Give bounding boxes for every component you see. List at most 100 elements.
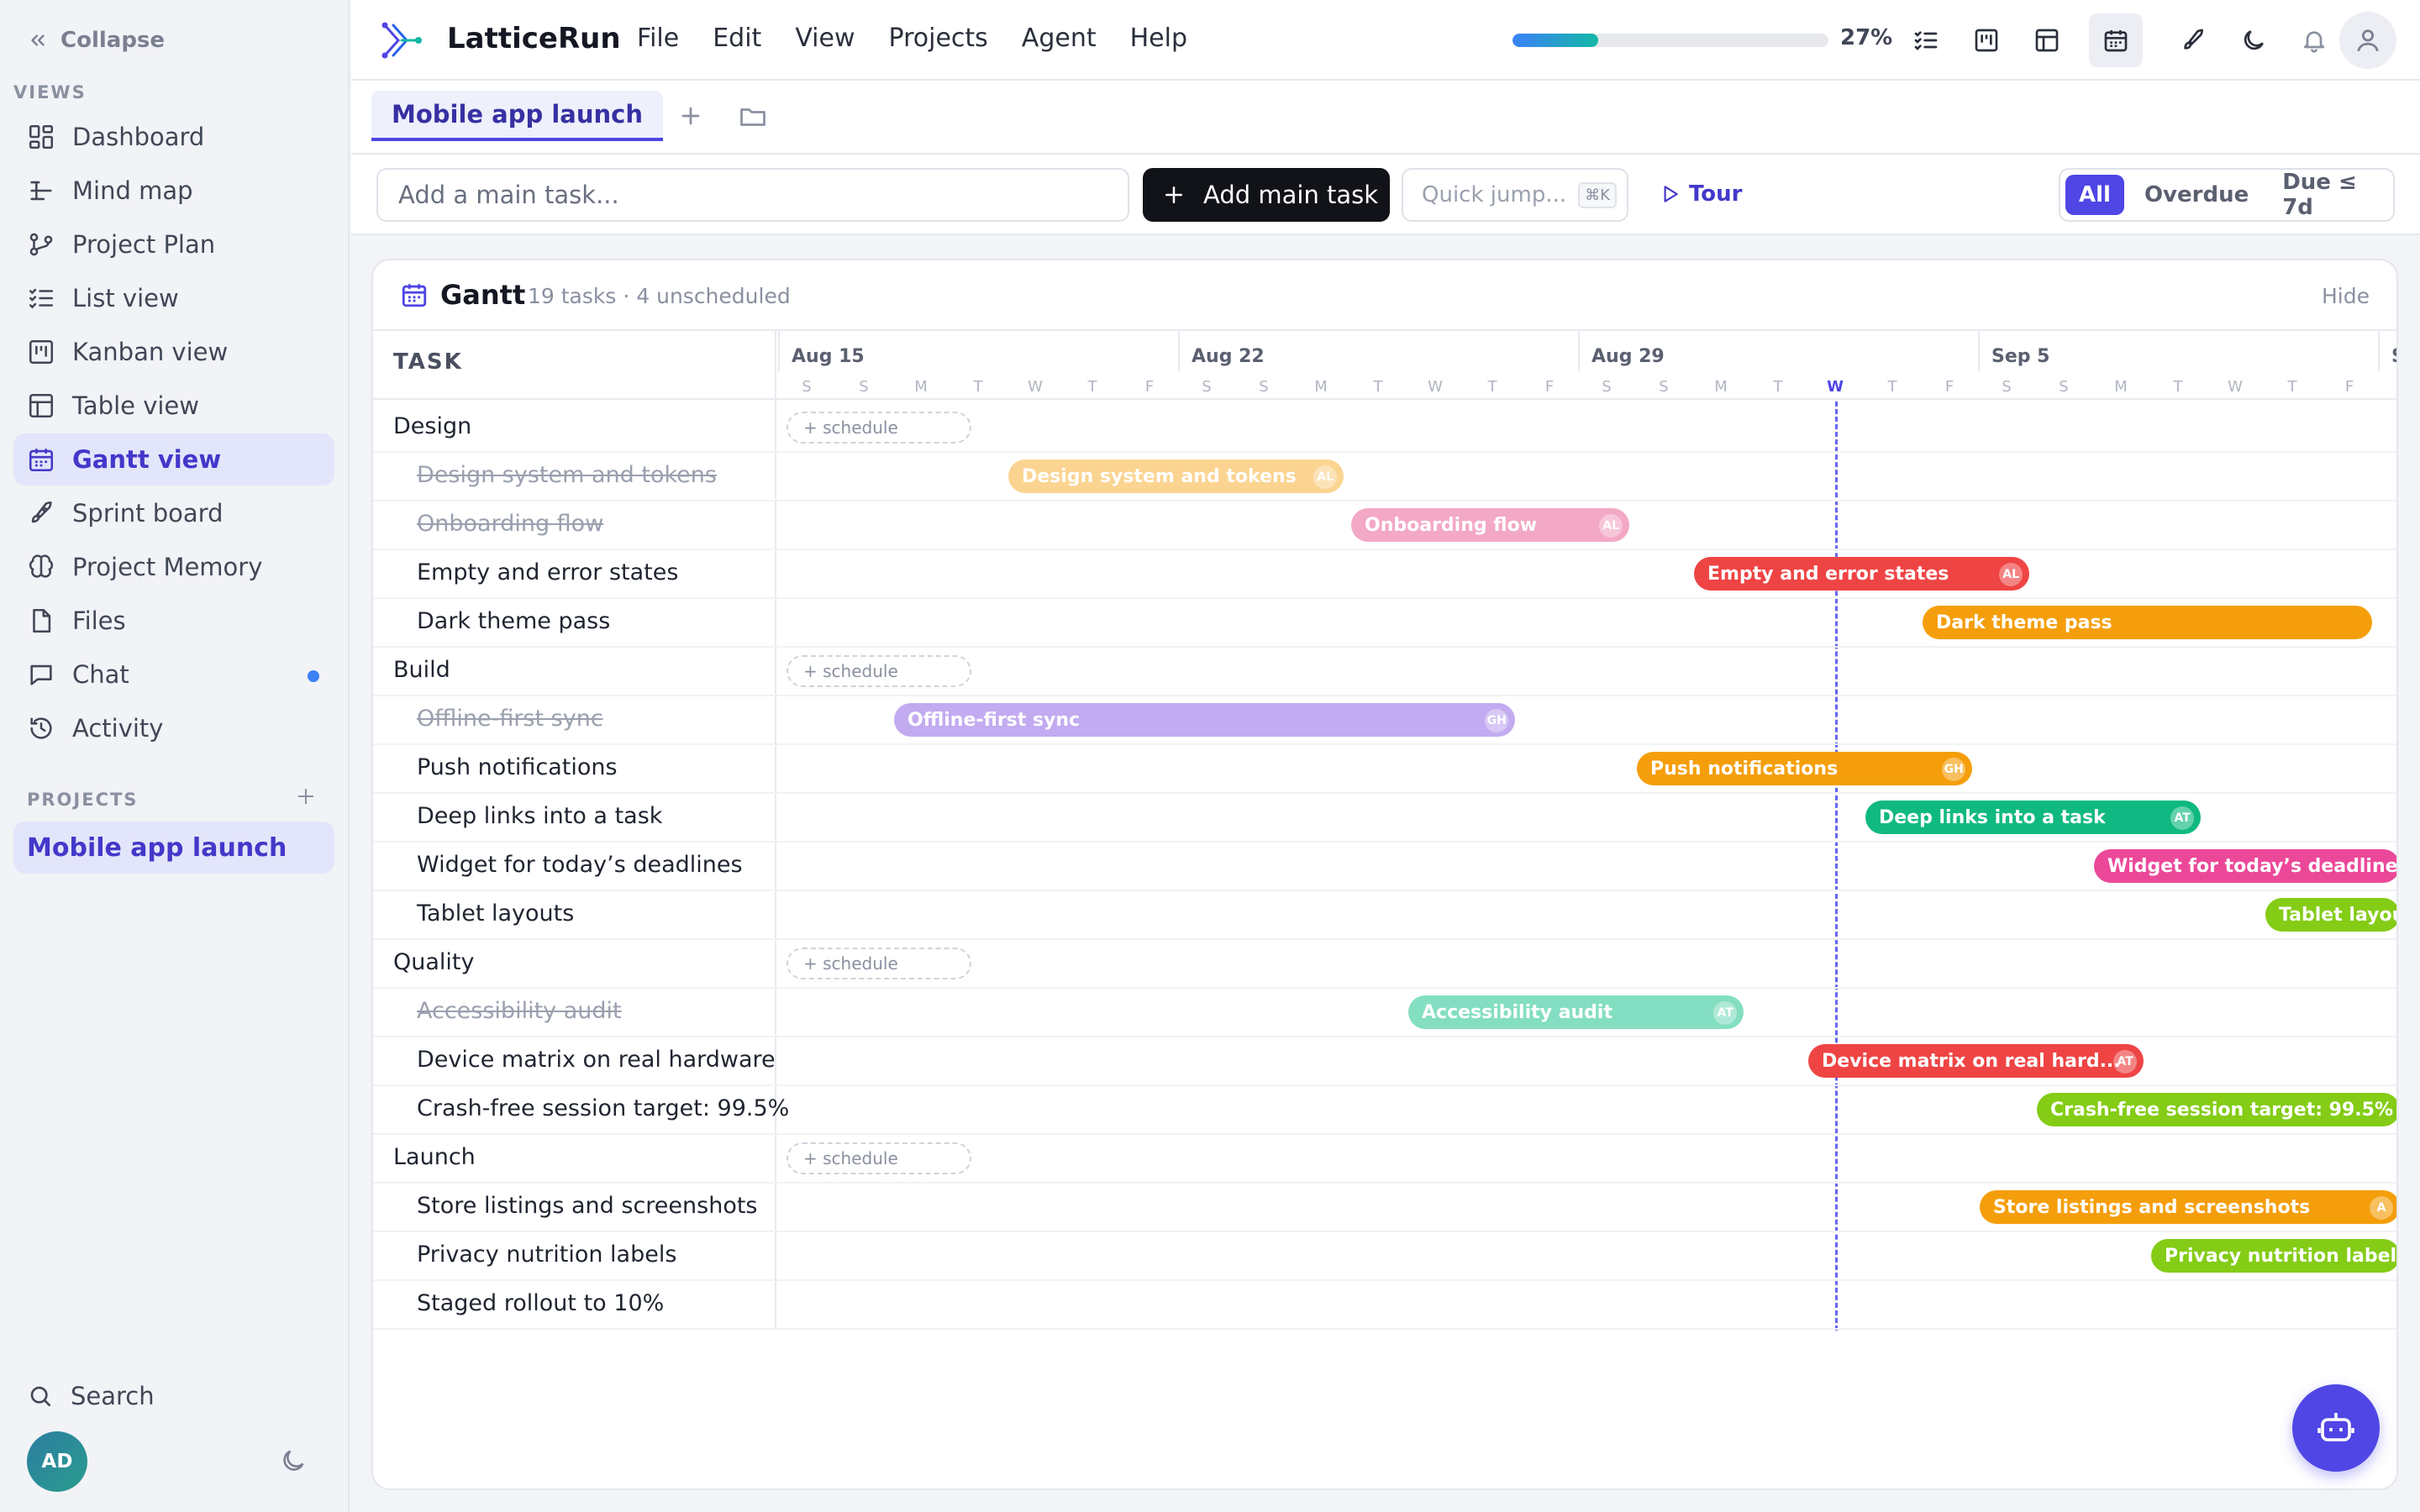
brand-name: LatticeRun [447,22,621,55]
gantt-bar[interactable]: Widget for today’s deadlines [2094,849,2396,883]
theme-toggle[interactable] [279,1446,308,1475]
gantt-title: Gantt [440,279,526,311]
project-item[interactable]: Mobile app launch [13,822,334,874]
task-label[interactable]: Staged rollout to 10% [417,1290,664,1316]
sidebar-item-project-plan[interactable]: Project Plan [13,218,334,270]
gantt-bar[interactable]: Empty and error states AL [1694,557,2030,591]
task-label[interactable]: Onboarding flow [417,511,603,537]
gantt-bar[interactable]: Store listings and screenshots A [1980,1190,2396,1224]
sidebar-item-label: Chat [72,660,129,689]
add-main-task-button[interactable]: Add main task [1143,168,1390,222]
sidebar-item-label: Kanban view [72,338,229,366]
sidebar-item-list-view[interactable]: List view [13,272,334,324]
quick-jump-button[interactable]: Quick jump... ⌘K [1402,168,1628,222]
table-icon [2035,29,2059,52]
user-icon [2357,29,2379,52]
schedule-button[interactable]: + schedule [786,412,971,444]
task-label[interactable]: Empty and error states [417,559,678,585]
task-group-label[interactable]: Quality [393,949,474,975]
sidebar-item-kanban-view[interactable]: Kanban view [13,326,334,378]
add-main-task-input[interactable] [376,168,1129,222]
sidebar-item-gantt-view[interactable]: Gantt view [13,433,334,486]
task-label[interactable]: Push notifications [417,754,618,780]
schedule-button[interactable]: + schedule [786,1142,971,1174]
kanban-view-button[interactable] [1968,22,2005,59]
schedule-button[interactable]: + schedule [786,948,971,979]
task-label[interactable]: Crash-free session target: 99.5% [417,1095,789,1121]
sprint-board-button[interactable] [2175,22,2212,59]
sidebar-item-files[interactable]: Files [13,595,334,647]
filter-due-7d[interactable]: Due ≤ 7d [2269,170,2388,220]
task-label[interactable]: Offline-first sync [417,706,603,732]
notifications-button[interactable] [2296,22,2333,59]
row-divider [373,1328,2396,1330]
task-label[interactable]: Deep links into a task [417,803,662,829]
gantt-bar[interactable]: Design system and tokens AL [1008,459,1344,493]
new-tab-button[interactable] [676,101,706,131]
search-button[interactable]: Search [27,1378,155,1415]
task-label[interactable]: Accessibility audit [417,998,622,1024]
sidebar-item-table-view[interactable]: Table view [13,380,334,432]
sidebar-item-label: Gantt view [72,445,222,474]
gantt-bar[interactable]: Push notifications GH [1637,752,1973,785]
task-group-label[interactable]: Design [393,413,471,439]
gantt-bar[interactable]: Onboarding flow AL [1351,508,1630,542]
assignee-badge: AL [1313,465,1338,489]
row-divider [373,1279,2396,1281]
gantt-bar[interactable]: Dark theme pass [1923,606,2373,639]
open-folder-button[interactable] [738,101,768,131]
search-label: Search [71,1382,155,1410]
project-progress-bar [1512,34,1828,47]
menu-edit[interactable]: Edit [713,24,761,53]
gantt-bar-label: Offline-first sync [908,709,1081,731]
menu-agent[interactable]: Agent [1022,24,1097,53]
sidebar-item-project-memory[interactable]: Project Memory [13,541,334,593]
tab-mobile-app-launch[interactable]: Mobile app launch [371,91,664,141]
menu-projects[interactable]: Projects [889,24,988,53]
menu-help[interactable]: Help [1130,24,1187,53]
gantt-bar-label: Design system and tokens [1022,465,1297,487]
filter-all[interactable]: All [2065,175,2124,215]
filter-overdue[interactable]: Overdue [2131,175,2262,215]
gantt-bar-label: Device matrix on real hard... [1822,1050,2121,1072]
dark-mode-button[interactable] [2235,22,2272,59]
tour-button[interactable]: Tour [1659,181,1742,207]
task-label[interactable]: Device matrix on real hardware [417,1047,776,1073]
menu-view[interactable]: View [795,24,855,53]
gantt-bar[interactable]: Tablet layouts [2265,898,2396,932]
day-of-week-label: F [1544,378,1555,396]
gantt-bar[interactable]: Offline-first sync GH [894,703,1516,737]
gantt-bar[interactable]: Device matrix on real hard... AT [1808,1044,2144,1078]
sidebar-item-sprint-board[interactable]: Sprint board [13,487,334,539]
table-view-button[interactable] [2028,22,2065,59]
task-label[interactable]: Widget for today’s deadlines [417,852,743,878]
avatar[interactable]: AD [27,1431,87,1492]
gantt-bar[interactable]: Accessibility audit AT [1408,995,1744,1029]
sidebar-item-dashboard[interactable]: Dashboard [13,111,334,163]
task-group-label[interactable]: Launch [393,1144,476,1170]
gantt-bar[interactable]: Privacy nutrition labels [2151,1239,2396,1273]
user-menu-button[interactable] [2339,12,2396,69]
task-label[interactable]: Store listings and screenshots [417,1193,758,1219]
task-group-label[interactable]: Build [393,657,450,683]
day-of-week-label: W [1827,378,1844,396]
task-label[interactable]: Tablet layouts [417,900,574,927]
agent-assistant-button[interactable] [2292,1384,2380,1472]
row-divider [373,500,2396,501]
sidebar-item-activity[interactable]: Activity [13,702,334,754]
collapse-button[interactable]: Collapse [27,24,165,57]
gantt-bar[interactable]: Deep links into a task AT [1865,801,2202,834]
hide-gantt-button[interactable]: Hide [2322,284,2370,308]
gantt-view-button[interactable] [2089,13,2143,67]
task-label[interactable]: Dark theme pass [417,608,610,634]
menu-file[interactable]: File [637,24,679,53]
sidebar-item-chat[interactable]: Chat [13,648,334,701]
list-view-button[interactable] [1907,22,1944,59]
add-project-button[interactable] [294,785,318,808]
sidebar-item-mind-map[interactable]: Mind map [13,165,334,217]
gantt-bar[interactable]: Crash-free session target: 99.5% [2037,1093,2396,1126]
schedule-button[interactable]: + schedule [786,655,971,687]
week-divider [1578,331,1580,371]
task-label[interactable]: Privacy nutrition labels [417,1242,676,1268]
task-label[interactable]: Design system and tokens [417,462,717,488]
